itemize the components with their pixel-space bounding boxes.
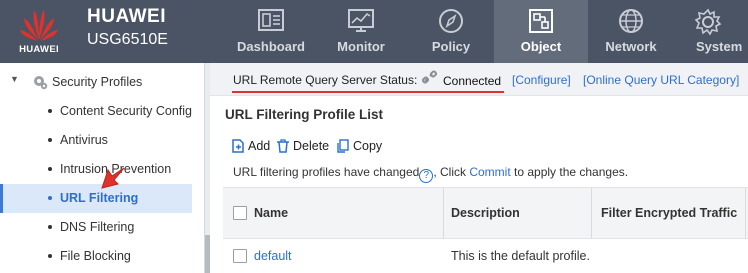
sidebar-item-dns-filtering[interactable]: DNS Filtering: [0, 213, 192, 242]
dashboard-icon: [258, 9, 284, 31]
table-header: Name Description Filter Encrypted Traffi…: [223, 187, 748, 240]
profile-name-link[interactable]: default: [254, 249, 292, 263]
tab-label: Monitor: [337, 39, 385, 54]
sidebar-item-label: Intrusion Prevention: [60, 162, 172, 176]
bullet-icon: [48, 225, 52, 229]
column-header-filter-encrypted[interactable]: Filter Encrypted Traffic: [601, 206, 737, 220]
object-icon: [529, 9, 553, 33]
logo-text: HUAWEI: [19, 44, 59, 55]
tab-label: Policy: [431, 39, 471, 54]
trash-icon: [277, 139, 289, 153]
profile-description: This is the default profile.: [451, 249, 590, 263]
copy-icon: [337, 139, 349, 153]
caret-down-icon[interactable]: ▼: [10, 74, 19, 84]
help-icon[interactable]: ?: [419, 169, 434, 183]
table-row[interactable]: default This is the default profile.: [223, 239, 748, 273]
hint-text: URL filtering profiles have changed: [233, 165, 420, 179]
link-icon: [422, 70, 438, 84]
sidebar-item-label: Antivirus: [60, 133, 108, 147]
row-checkbox[interactable]: [233, 249, 247, 263]
delete-label: Delete: [293, 139, 330, 153]
configure-link[interactable]: [Configure]: [512, 73, 571, 87]
add-label: Add: [248, 139, 271, 153]
main-content: URL Remote Query Server Status: Connecte…: [210, 63, 748, 273]
sidebar-item-intrusion-prevention[interactable]: Intrusion Prevention: [0, 155, 192, 184]
online-query-link[interactable]: [Online Query URL Category]: [583, 73, 739, 87]
select-all-checkbox[interactable]: [233, 206, 247, 220]
tab-system[interactable]: System: [674, 0, 748, 63]
huawei-logo[interactable]: HUAWEI: [8, 4, 70, 60]
status-value: Connected: [443, 74, 502, 88]
tab-label: Dashboard: [237, 39, 305, 54]
tab-monitor[interactable]: Monitor: [314, 0, 408, 63]
column-divider[interactable]: [443, 188, 444, 240]
huawei-petal-icon: [20, 10, 58, 41]
sidebar-item-security-profiles[interactable]: ▼ Security Profiles: [0, 71, 205, 93]
bullet-icon: [48, 109, 52, 113]
globe-icon: [619, 9, 643, 33]
tab-label: Network: [605, 39, 657, 54]
tab-label: Object: [520, 39, 562, 54]
bullet-icon: [48, 254, 52, 258]
tab-object[interactable]: Object: [494, 0, 588, 63]
add-icon: [232, 139, 244, 153]
status-label: URL Remote Query Server Status:: [233, 73, 418, 87]
bullet-icon: [48, 196, 52, 200]
sidebar-parent-label: Security Profiles: [52, 75, 143, 89]
monitor-icon: [348, 9, 374, 32]
mouse-pointer-icon: [101, 167, 125, 189]
copy-label: Copy: [353, 139, 383, 153]
gear-icon: [694, 8, 722, 36]
hint-text: to apply the changes.: [510, 165, 629, 179]
sidebar-item-label: DNS Filtering: [60, 220, 135, 234]
device-model: USG6510E: [87, 31, 168, 48]
compass-icon: [439, 9, 463, 33]
commit-link[interactable]: Commit: [469, 165, 510, 179]
tab-network[interactable]: Network: [584, 0, 678, 63]
column-header-name[interactable]: Name: [254, 206, 288, 220]
toolbar: Add Delete Copy: [210, 127, 748, 161]
delete-button[interactable]: Delete: [277, 137, 329, 155]
profile-table: Name Description Filter Encrypted Traffi…: [223, 187, 748, 273]
add-button[interactable]: Add: [232, 137, 270, 155]
page-title: URL Filtering Profile List: [225, 107, 384, 122]
tab-dashboard[interactable]: Dashboard: [224, 0, 318, 63]
sidebar-item-antivirus[interactable]: Antivirus: [0, 126, 192, 155]
sidebar-item-label: File Blocking: [60, 249, 131, 263]
status-bar: URL Remote Query Server Status: Connecte…: [210, 63, 748, 96]
sidebar-item-label: Content Security Configu: [60, 104, 192, 118]
tab-policy[interactable]: Policy: [404, 0, 498, 63]
gear-icon: [34, 76, 48, 90]
sidebar-item-label: URL Filtering: [60, 191, 139, 205]
brand-name: HUAWEI: [87, 6, 166, 27]
top-header: HUAWEI HUAWEI USG6510E Dashboard Monitor: [0, 0, 748, 63]
bullet-icon: [48, 167, 52, 171]
column-divider[interactable]: [745, 188, 746, 240]
column-header-description[interactable]: Description: [451, 206, 520, 220]
tab-label: System: [696, 39, 743, 54]
column-divider[interactable]: [591, 188, 592, 240]
sidebar-item-file-blocking[interactable]: File Blocking: [0, 242, 192, 271]
copy-button[interactable]: Copy: [337, 137, 382, 155]
red-annotation-underline: [232, 91, 504, 93]
sidebar-item-content-security[interactable]: Content Security Configu: [0, 97, 192, 126]
sidebar-item-url-filtering[interactable]: URL Filtering: [0, 184, 192, 213]
change-hint: URL filtering profiles have changed?, Cl…: [233, 165, 628, 183]
bullet-icon: [48, 138, 52, 142]
hint-text: , Click: [433, 165, 470, 179]
